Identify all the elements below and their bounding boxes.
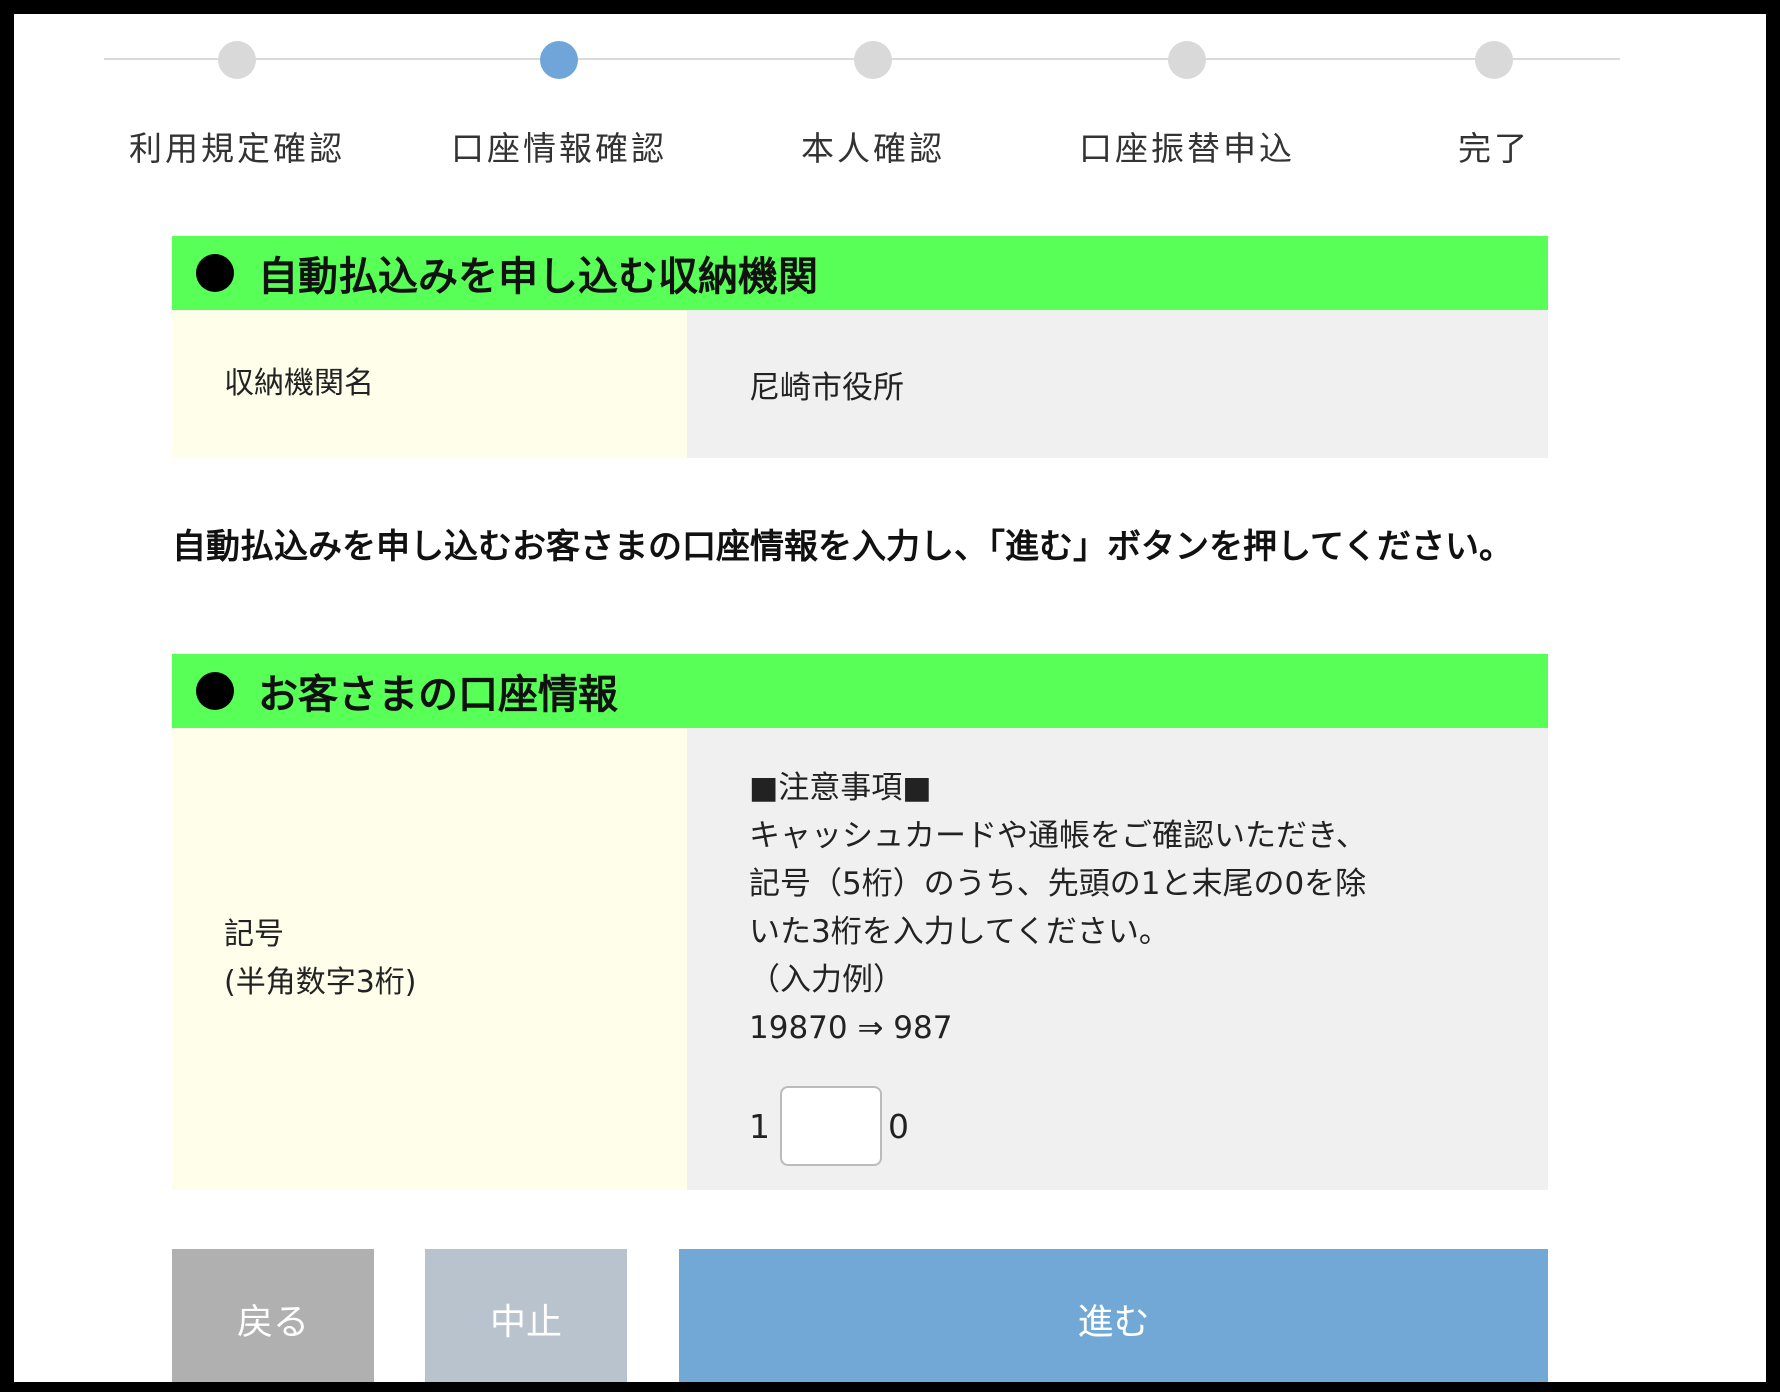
section-title: 自動払込みを申し込む収納機関 bbox=[258, 254, 818, 300]
field-label-cell: 収納機関名 bbox=[172, 310, 687, 458]
field-value-cell: ■注意事項■ キャッシュカードや通帳をご確認いただき、 記号（5桁）のうち、先頭… bbox=[687, 728, 1548, 1190]
progress-stepper: 利用規定確認 口座情報確認 本人確認 口座振替申込 完了 bbox=[14, 14, 1766, 184]
step-dot-active bbox=[540, 41, 578, 79]
instruction-text: 自動払込みを申し込むお客さまの口座情報を入力し、「進む」ボタンを押してください。 bbox=[172, 527, 1513, 567]
code-prefix: 1 bbox=[749, 1106, 770, 1146]
note-line: いた3桁を入力してください。 bbox=[749, 914, 1170, 950]
step-dot bbox=[1168, 41, 1206, 79]
note-line: （入力例） bbox=[749, 962, 904, 998]
caution-notes: ■注意事項■ キャッシュカードや通帳をご確認いただき、 記号（5桁）のうち、先頭… bbox=[687, 728, 1548, 1052]
note-line: ■注意事項■ bbox=[749, 770, 932, 806]
step-dot bbox=[218, 41, 256, 79]
institution-row: 収納機関名 尼崎市役所 bbox=[172, 310, 1548, 458]
field-label-hint: (半角数字3桁) bbox=[224, 965, 417, 1000]
note-line: 19870 ⇒ 987 bbox=[749, 1010, 953, 1046]
field-label: 収納機関名 bbox=[224, 366, 374, 401]
bullet-icon bbox=[196, 672, 234, 710]
step-label: 口座情報確認 bbox=[451, 129, 667, 168]
note-line: 記号（5桁）のうち、先頭の1と末尾の0を除 bbox=[749, 866, 1367, 902]
step-dot bbox=[854, 41, 892, 79]
code-suffix: 0 bbox=[888, 1106, 909, 1146]
account-code-input[interactable] bbox=[780, 1086, 882, 1166]
account-code-row: 記号 (半角数字3桁) ■注意事項■ キャッシュカードや通帳をご確認いただき、 … bbox=[172, 728, 1548, 1190]
page-frame: 利用規定確認 口座情報確認 本人確認 口座振替申込 完了 自動払込みを申し込む収… bbox=[14, 14, 1766, 1382]
step-dot bbox=[1475, 41, 1513, 79]
next-button[interactable]: 進む bbox=[679, 1249, 1548, 1382]
institution-section-header: 自動払込みを申し込む収納機関 bbox=[172, 236, 1548, 310]
bullet-icon bbox=[196, 254, 234, 292]
section-title: お客さまの口座情報 bbox=[258, 672, 618, 718]
back-button[interactable]: 戻る bbox=[172, 1249, 374, 1382]
institution-name: 尼崎市役所 bbox=[749, 369, 904, 406]
account-section-header: お客さまの口座情報 bbox=[172, 654, 1548, 728]
field-label-cell: 記号 (半角数字3桁) bbox=[172, 728, 687, 1190]
note-line: キャッシュカードや通帳をご確認いただき、 bbox=[749, 818, 1367, 854]
field-label-name: 記号 bbox=[224, 917, 284, 952]
code-input-group: 1 0 bbox=[749, 1086, 1548, 1166]
step-label: 完了 bbox=[1458, 129, 1530, 168]
field-label: 記号 (半角数字3桁) bbox=[172, 911, 417, 1007]
cancel-button[interactable]: 中止 bbox=[425, 1249, 627, 1382]
step-label: 口座振替申込 bbox=[1079, 129, 1295, 168]
step-label: 利用規定確認 bbox=[129, 129, 345, 168]
field-value-cell: 尼崎市役所 bbox=[687, 310, 1548, 458]
step-label: 本人確認 bbox=[801, 129, 945, 168]
